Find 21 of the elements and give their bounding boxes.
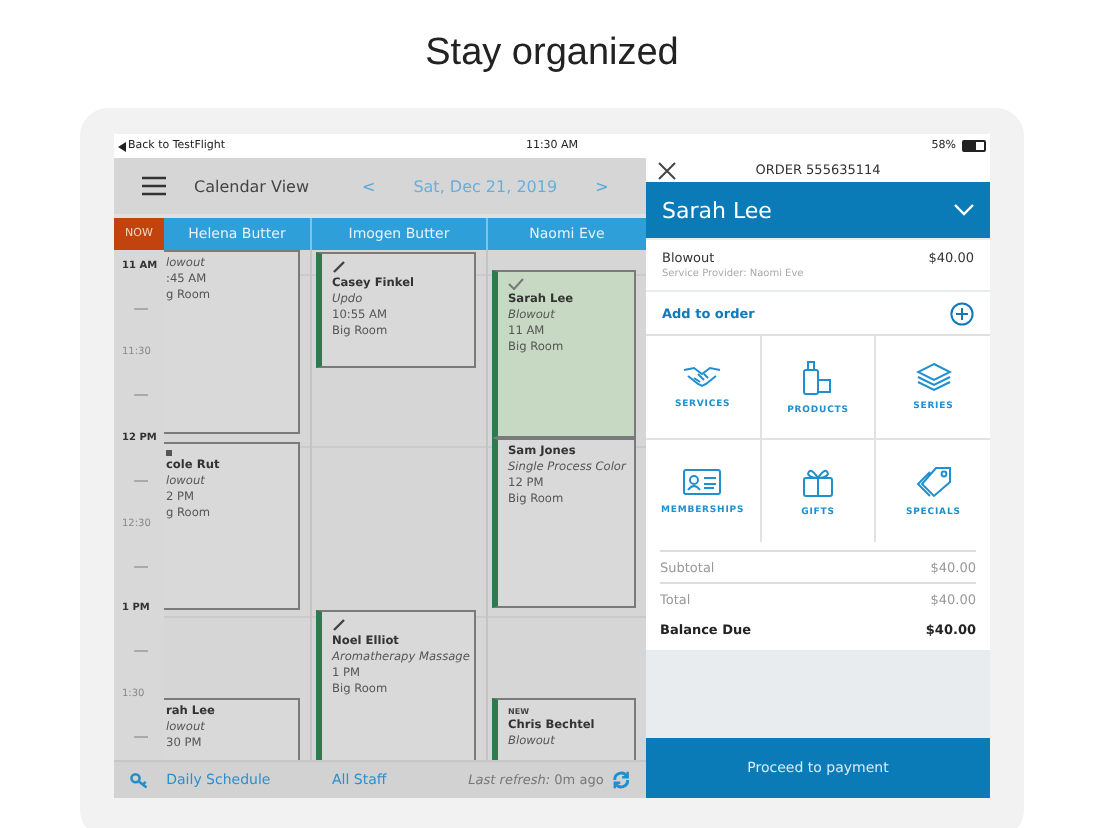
bottle-icon [801,359,834,395]
layers-icon [915,362,952,392]
calendar-title: Calendar View [194,177,311,195]
handshake-icon [682,364,723,390]
add-icon[interactable] [950,301,974,325]
menu-icon[interactable] [142,176,166,196]
back-arrow-icon[interactable] [118,141,126,151]
headline: Stay organized [425,32,679,76]
marker-icon [166,450,172,456]
chevron-down-icon [954,204,974,216]
client-selector[interactable]: Sarah Lee [646,182,990,238]
tag-icon [915,465,952,497]
next-day-button[interactable]: > [595,177,609,195]
gift-icon [801,465,834,497]
close-icon[interactable] [658,161,676,179]
battery-icon [962,140,986,152]
prev-day-button[interactable]: < [362,177,376,195]
checkmark-icon [508,278,524,290]
pencil-icon [332,618,346,632]
id-card-icon [682,467,723,495]
pencil-icon [332,260,346,274]
